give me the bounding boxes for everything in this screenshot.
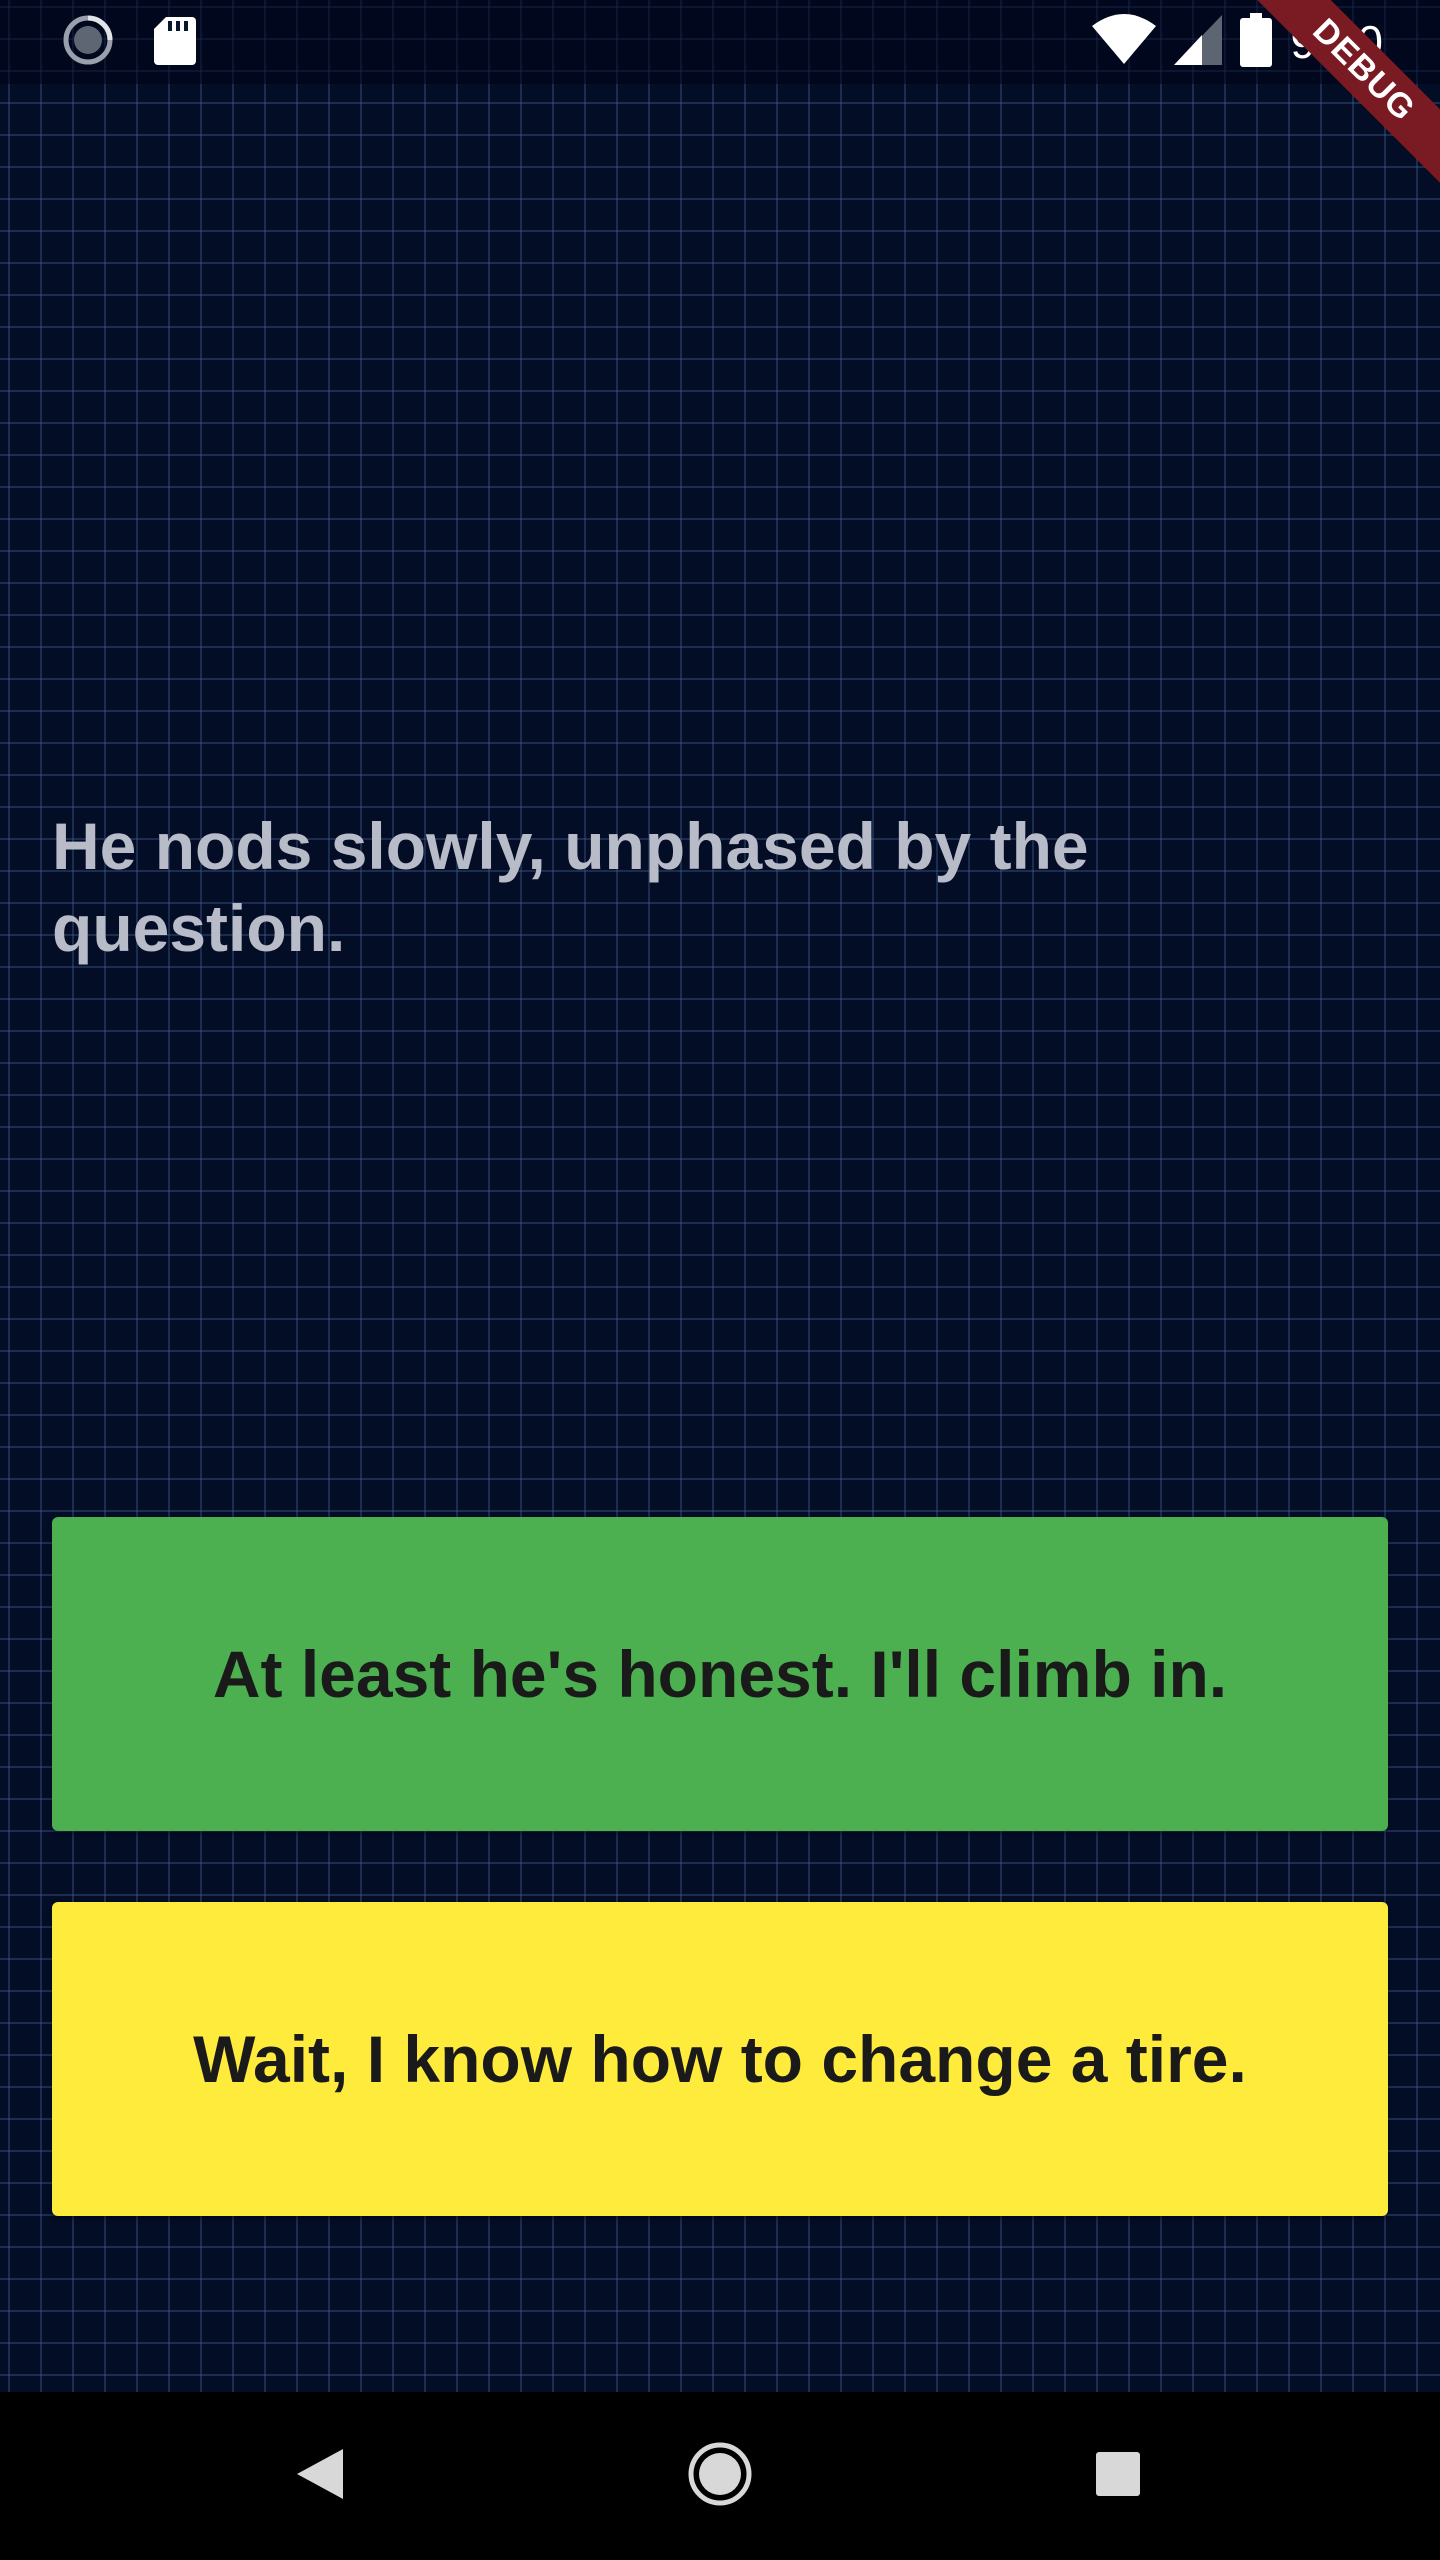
choice-label: At least he's honest. I'll climb in. [212,1637,1228,1711]
sd-card-icon [154,15,196,70]
back-icon [297,2448,343,2504]
home-icon [687,2441,753,2512]
choice-button-climb-in[interactable]: At least he's honest. I'll climb in. [52,1517,1388,1831]
status-bar: 9:10 [0,0,1440,84]
app-screen: 9:10 DEBUG He nods slowly, unphased by t… [0,0,1440,2560]
back-button[interactable] [270,2426,370,2526]
choice-label: Wait, I know how to change a tire. [193,2022,1247,2096]
signal-icon [1174,14,1223,70]
choice-button-change-tire[interactable]: Wait, I know how to change a tire. [52,1902,1388,2216]
sync-icon [62,14,114,71]
recents-icon [1096,2451,1140,2501]
status-left-icons [62,15,196,66]
battery-icon [1240,12,1273,72]
recents-button[interactable] [1068,2426,1168,2526]
story-text: He nods slowly, unphased by the question… [52,809,1089,965]
navigation-bar [0,2392,1440,2560]
home-button[interactable] [670,2426,770,2526]
wifi-icon [1092,13,1157,71]
story-background: 9:10 DEBUG He nods slowly, unphased by t… [0,0,1440,2392]
